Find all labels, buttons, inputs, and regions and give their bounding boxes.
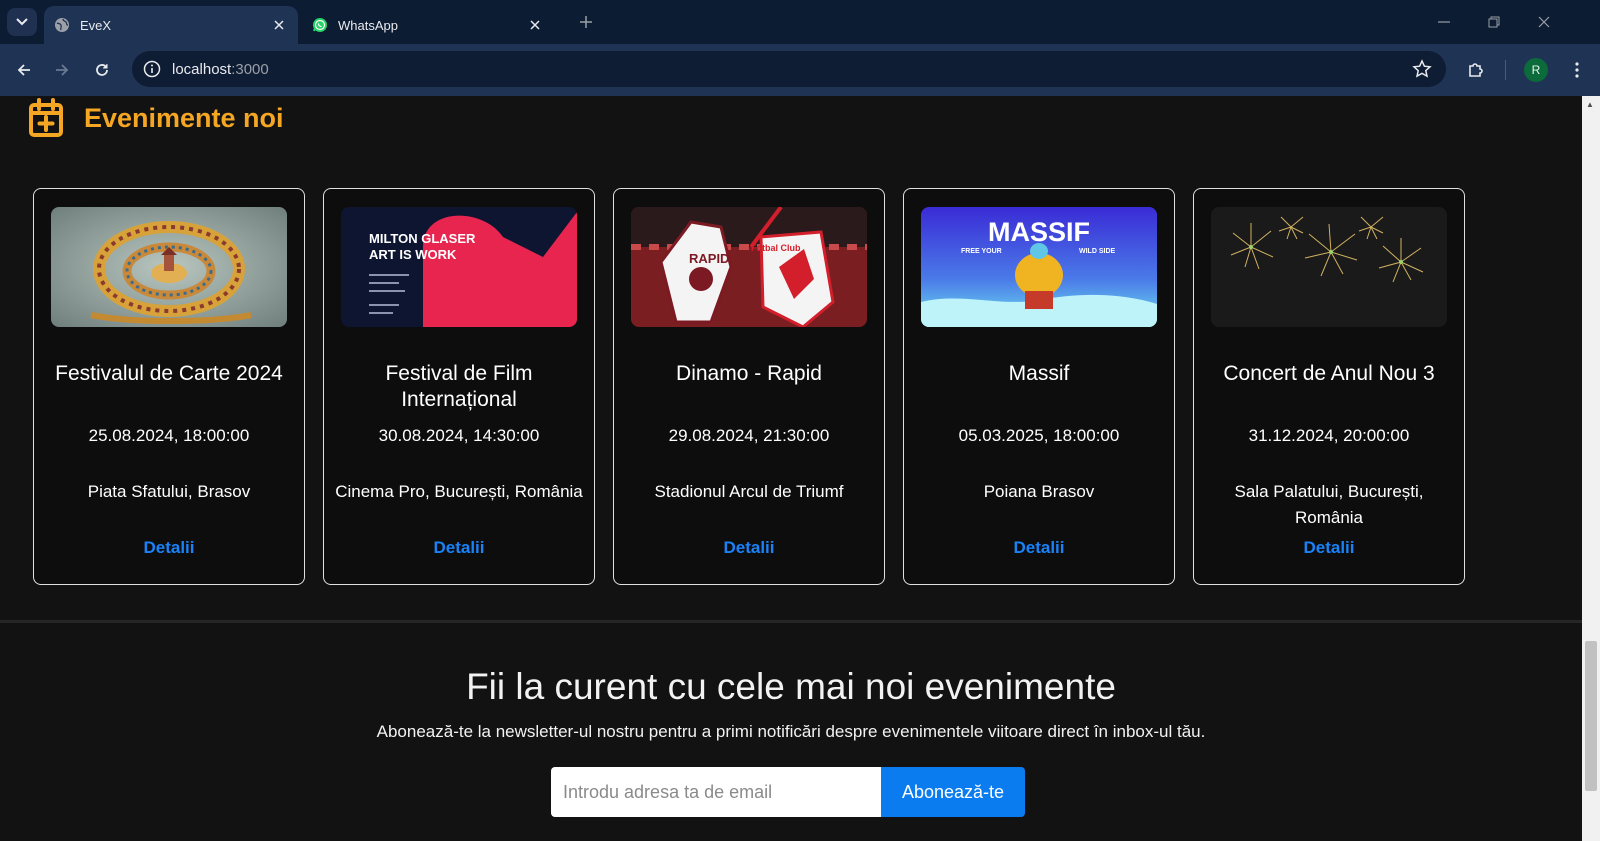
- event-location: Piata Sfatului, Brasov: [87, 482, 251, 501]
- massif-tagline-left: FREE YOUR: [961, 248, 1002, 255]
- new-tab-button[interactable]: [576, 12, 596, 32]
- details-link[interactable]: Detalii: [1194, 538, 1464, 558]
- event-datetime: 05.03.2025, 18:00:00: [958, 426, 1120, 445]
- tab-whatsapp[interactable]: WhatsApp: [302, 6, 554, 44]
- scrollbar-thumb[interactable]: [1585, 641, 1597, 791]
- event-datetime: 25.08.2024, 18:00:00: [88, 426, 250, 445]
- event-name: Concert de Anul Nou 3: [1223, 362, 1435, 385]
- tab-strip: EveX WhatsApp: [0, 0, 1600, 44]
- page-content: Evenimente noi Festivalul de Carte 2024 …: [0, 96, 1582, 841]
- event-image: [51, 207, 287, 327]
- minimize-button[interactable]: [1432, 10, 1456, 34]
- newsletter-title: Fii la curent cu cele mai noi evenimente: [466, 666, 1116, 707]
- section-divider: [0, 620, 1582, 623]
- toolbar-separator: [1505, 60, 1506, 80]
- event-location: Cinema Pro, București, România: [335, 482, 583, 501]
- address-bar[interactable]: localhost:3000: [132, 51, 1446, 87]
- subscribe-button[interactable]: Abonează-te: [881, 767, 1025, 817]
- arrow-left-icon: [17, 64, 30, 76]
- url-port: :3000: [231, 60, 269, 78]
- tab-title: WhatsApp: [338, 17, 398, 33]
- event-datetime: 30.08.2024, 14:30:00: [378, 426, 540, 445]
- url-text: localhost:3000: [172, 61, 269, 78]
- calendar-plus-icon: [29, 98, 63, 137]
- restore-icon: [1488, 16, 1500, 28]
- minimize-icon: [1438, 21, 1450, 23]
- event-image: MASSIF FREE YOUR WILD SIDE: [921, 207, 1157, 327]
- event-name: Dinamo - Rapid: [676, 362, 822, 385]
- massif-tagline-right: WILD SIDE: [1079, 248, 1115, 255]
- event-location: Poiana Brasov: [983, 482, 1095, 501]
- details-link[interactable]: Detalii: [614, 538, 884, 558]
- event-location: Sala Palatului, București, România: [1234, 482, 1424, 527]
- event-cards: Festivalul de Carte 2024 25.08.2024, 18:…: [33, 188, 1465, 585]
- browser-toolbar: localhost:3000 R: [0, 44, 1600, 96]
- section-title: Evenimente noi: [84, 102, 284, 133]
- browser-menu-button[interactable]: [1565, 56, 1589, 84]
- event-card: Festivalul de Carte 2024 25.08.2024, 18:…: [33, 188, 305, 585]
- event-image: [1211, 207, 1447, 327]
- event-card: RAPID Fotbal Club Dinamo - Rapid 29.08.2…: [613, 188, 885, 585]
- event-datetime: 31.12.2024, 20:00:00: [1248, 426, 1410, 445]
- close-tab-icon[interactable]: [270, 16, 288, 34]
- dinamo-crest-text: Fotbal Club: [751, 243, 801, 253]
- scroll-up-icon[interactable]: ▲: [1586, 100, 1594, 109]
- extensions-button[interactable]: [1462, 56, 1490, 84]
- globe-icon: [55, 18, 69, 32]
- email-input[interactable]: [551, 767, 881, 817]
- profile-avatar[interactable]: R: [1524, 58, 1548, 82]
- site-info-icon[interactable]: [142, 59, 162, 79]
- reload-icon: [96, 64, 108, 76]
- rapid-crest-text: RAPID: [689, 251, 729, 266]
- event-card: MASSIF FREE YOUR WILD SIDE Massif 05.03.…: [903, 188, 1175, 585]
- reload-button[interactable]: [88, 56, 116, 84]
- puzzle-icon: [1469, 63, 1483, 77]
- restore-button[interactable]: [1482, 10, 1506, 34]
- back-button[interactable]: [10, 56, 38, 84]
- tab-search-button[interactable]: [7, 8, 37, 36]
- event-image: RAPID Fotbal Club: [631, 207, 867, 327]
- event-name: Massif: [1008, 362, 1070, 385]
- close-tab-icon[interactable]: [526, 16, 544, 34]
- massif-logo-text: MASSIF: [988, 217, 1090, 247]
- plus-icon: [580, 16, 592, 28]
- chevron-down-icon: [16, 18, 28, 26]
- details-link[interactable]: Detalii: [904, 538, 1174, 558]
- event-card: Concert de Anul Nou 3 31.12.2024, 20:00:…: [1193, 188, 1465, 585]
- tab-title: EveX: [80, 17, 112, 33]
- newsletter-form: Abonează-te: [551, 767, 1025, 817]
- forward-button[interactable]: [48, 56, 76, 84]
- bookmark-star-icon[interactable]: [1412, 59, 1432, 79]
- poster-line-1: MILTON GLASER: [369, 231, 476, 246]
- event-datetime: 29.08.2024, 21:30:00: [668, 426, 830, 445]
- details-link[interactable]: Detalii: [34, 538, 304, 558]
- event-image: MILTON GLASER ART IS WORK: [341, 207, 577, 327]
- newsletter-description: Abonează-te la newsletter-ul nostru pent…: [376, 722, 1206, 741]
- close-icon: [1538, 16, 1550, 28]
- poster-line-2: ART IS WORK: [369, 247, 457, 262]
- event-name: Festivalul de Carte 2024: [55, 362, 283, 385]
- kebab-menu-icon: [1575, 62, 1579, 78]
- close-window-button[interactable]: [1532, 10, 1556, 34]
- page-scrollbar[interactable]: ▲: [1582, 96, 1600, 841]
- url-host: localhost: [172, 60, 232, 78]
- event-card: MILTON GLASER ART IS WORK Festival de Fi…: [323, 188, 595, 585]
- whatsapp-icon: [313, 18, 327, 32]
- section-header: Evenimente noi: [28, 98, 284, 138]
- event-name: Festival de Film Internațional: [385, 362, 533, 411]
- arrow-right-icon: [56, 64, 69, 76]
- tab-evex[interactable]: EveX: [44, 6, 298, 44]
- details-link[interactable]: Detalii: [324, 538, 594, 558]
- event-location: Stadionul Arcul de Triumf: [654, 482, 844, 501]
